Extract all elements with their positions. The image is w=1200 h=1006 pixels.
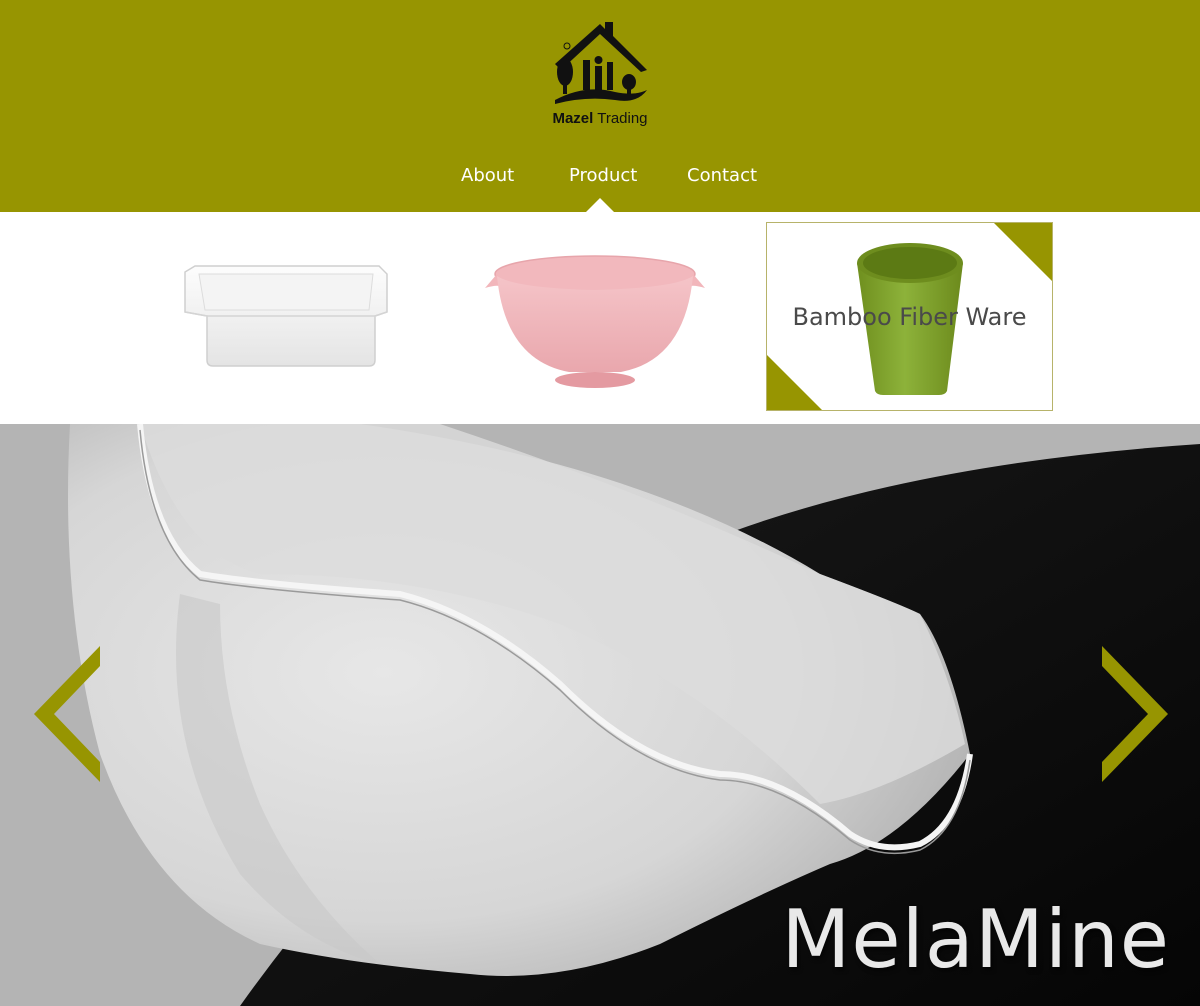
nav-active-caret xyxy=(586,198,614,212)
nav-item-product[interactable]: Product xyxy=(569,163,637,189)
nav-item-about[interactable]: About xyxy=(461,163,514,189)
brand-name-regular: Trading xyxy=(597,110,648,127)
brand-name: Mazel Trading xyxy=(545,110,655,127)
house-logo-icon xyxy=(555,22,647,104)
nav-item-contact[interactable]: Contact xyxy=(687,163,757,189)
site-header: Mazel Trading About Product Contact xyxy=(0,0,1200,212)
chevron-left-icon[interactable] xyxy=(32,646,102,782)
product-dropdown: Bamboo Fiber Ware xyxy=(0,212,1200,424)
white-tray-image xyxy=(184,265,388,367)
pink-bowl-image xyxy=(485,255,705,388)
hero-banner: MelaMine xyxy=(0,424,1200,1006)
product-card-tray[interactable] xyxy=(175,222,465,412)
product-card-label: Bamboo Fiber Ware xyxy=(792,303,1027,331)
brand-name-bold: Mazel xyxy=(552,110,594,127)
chevron-right-icon[interactable] xyxy=(1100,646,1170,782)
hero-title: MelaMine xyxy=(781,893,1170,986)
product-card-bowl[interactable] xyxy=(475,222,765,412)
main-nav: About Product Contact xyxy=(0,163,1200,193)
product-card-bamboo[interactable]: Bamboo Fiber Ware xyxy=(766,222,1053,411)
logo[interactable]: Mazel Trading xyxy=(545,20,655,132)
